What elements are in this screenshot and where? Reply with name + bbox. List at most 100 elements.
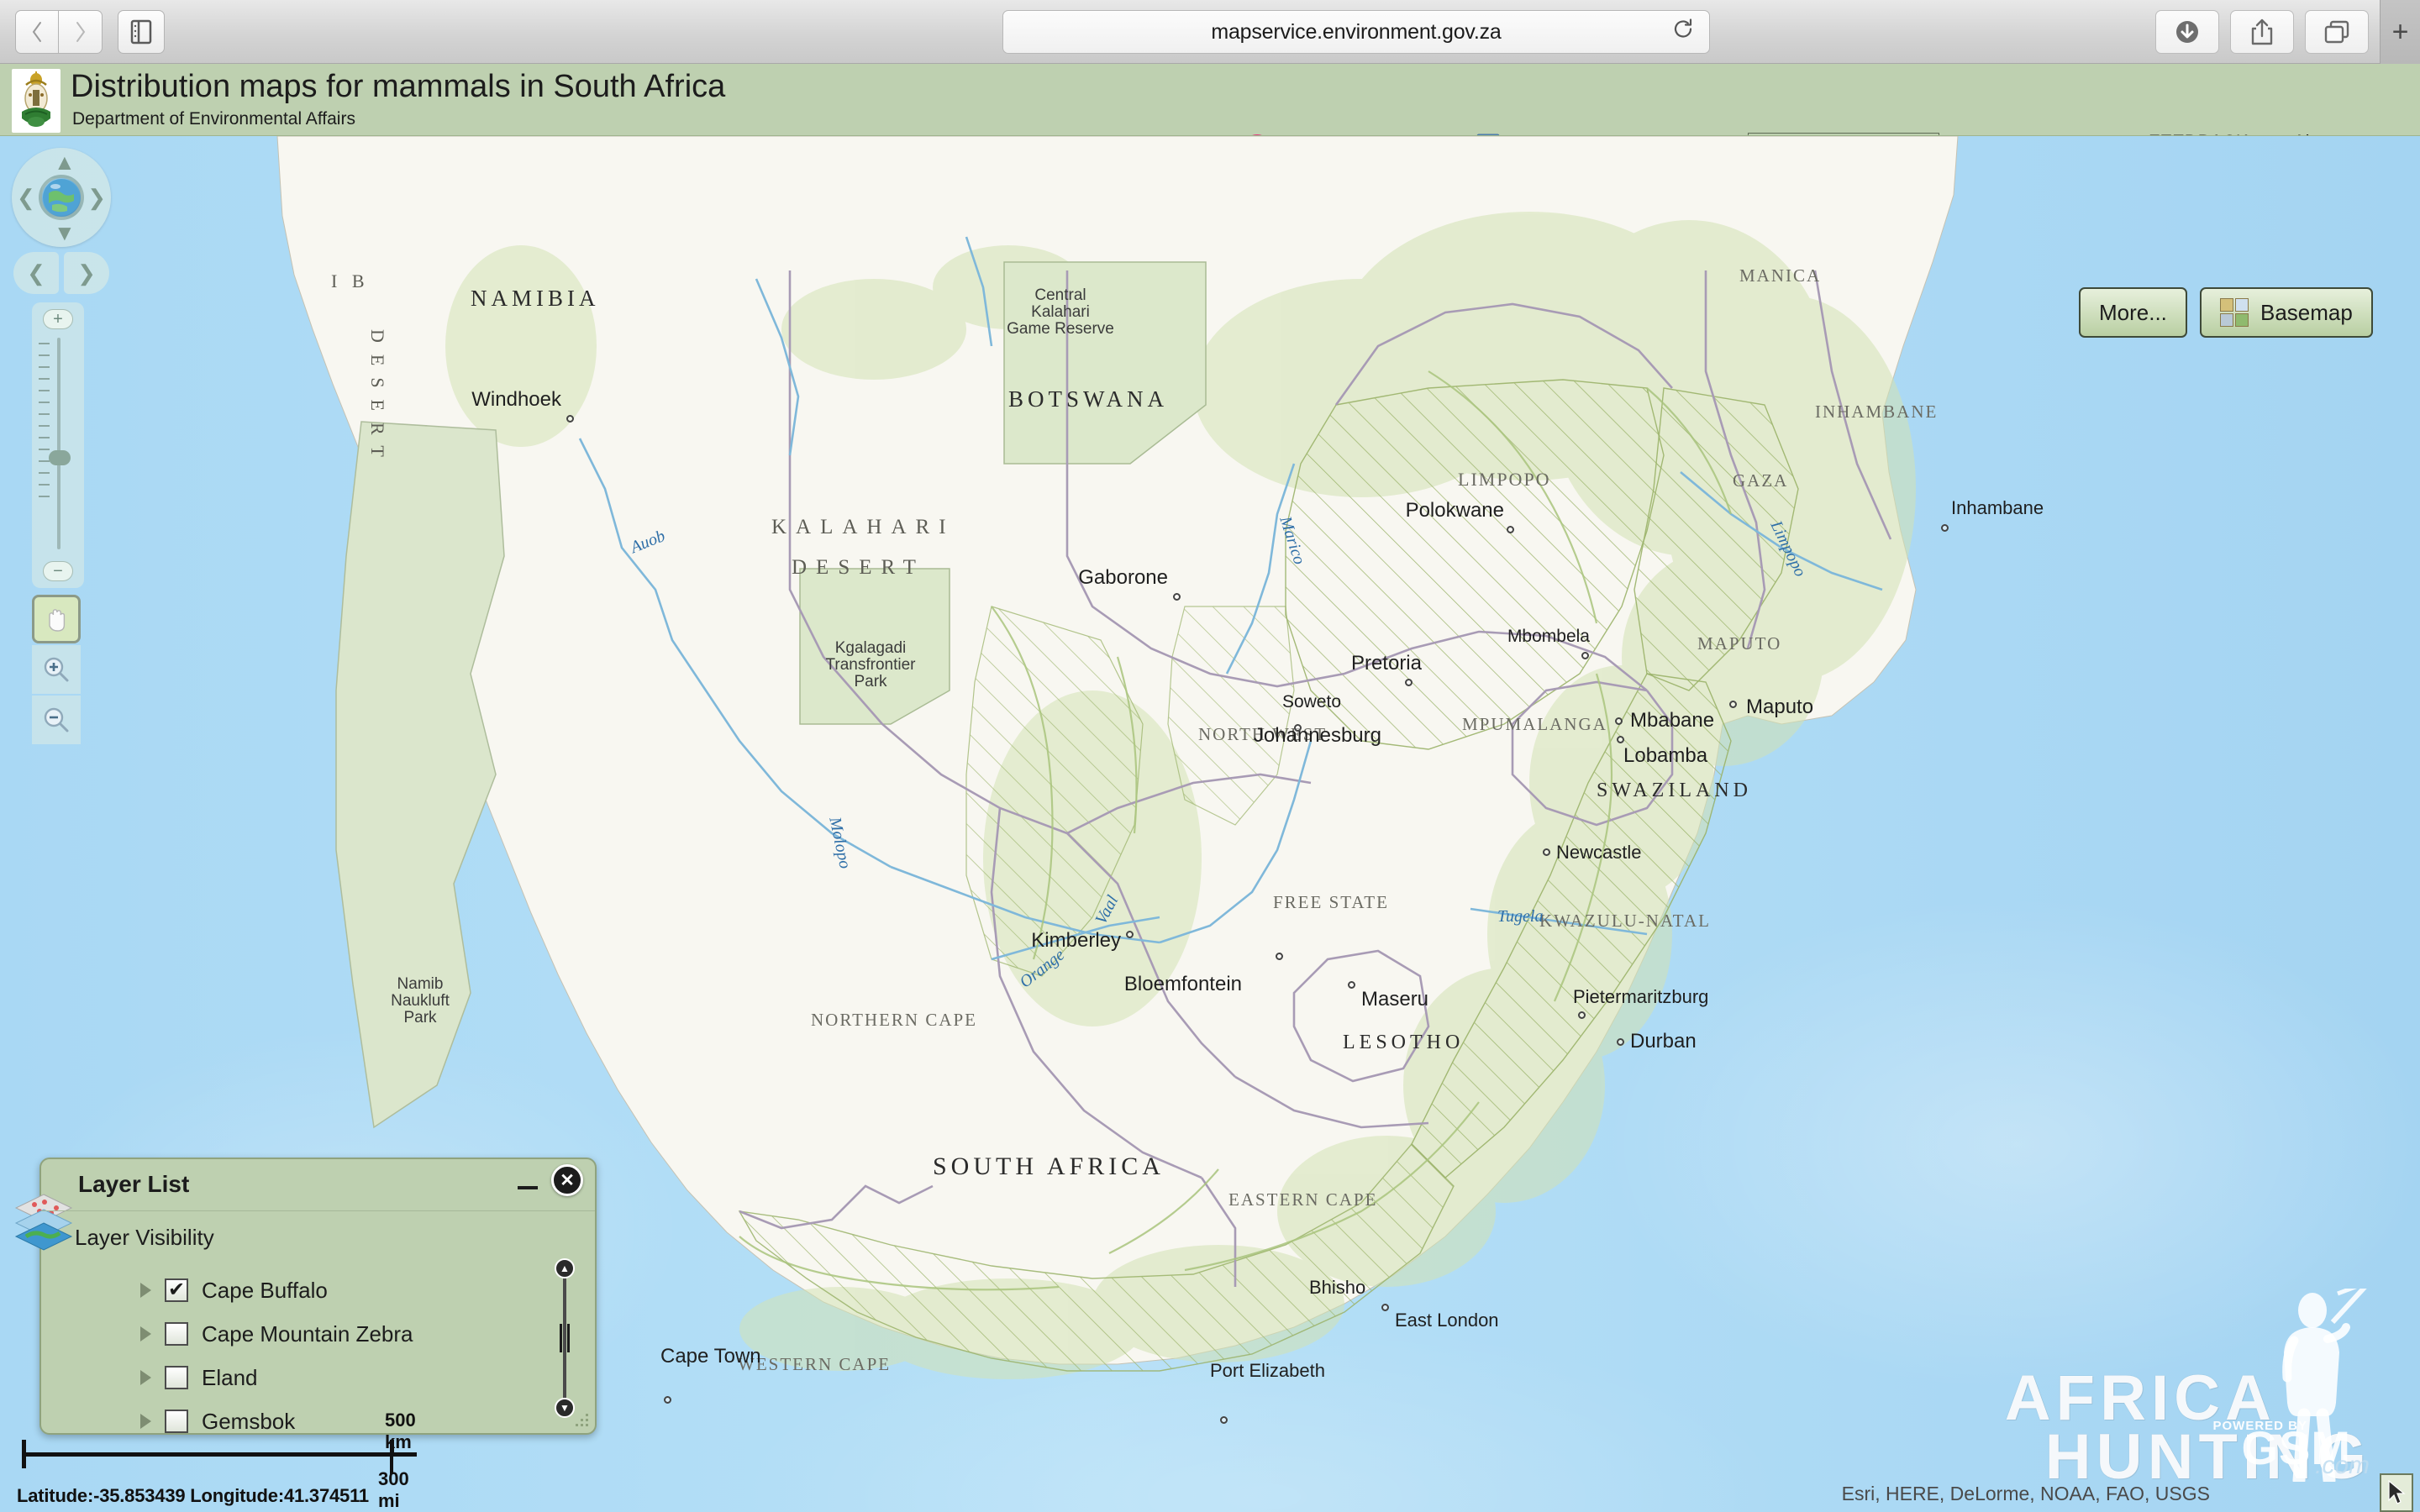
share-icon [2251,18,2273,45]
downloads-button[interactable] [2155,10,2219,54]
city-dot [1220,1416,1228,1424]
city-dot [1941,524,1949,532]
pan-right-button[interactable]: ❯ [87,186,106,208]
download-icon [2176,21,2198,43]
layer-checkbox[interactable]: ✔ [165,1278,188,1302]
pan-tool-button[interactable] [32,595,81,643]
back-button[interactable] [15,10,59,54]
close-icon: ✕ [560,1170,575,1190]
zoom-in-button[interactable]: + [43,309,73,329]
city-dot [1617,1038,1624,1046]
zoom-track[interactable] [57,338,60,549]
scrollbar-thumb[interactable] [560,1324,570,1352]
plus-icon: + [2391,15,2409,48]
close-button[interactable]: ✕ [551,1164,583,1196]
share-button[interactable] [2230,10,2294,54]
basemap-button[interactable]: Basemap [2200,287,2373,338]
previous-extent-button[interactable]: ❮ [13,252,59,294]
more-button[interactable]: More... [2079,287,2187,338]
layer-name: Cape Buffalo [202,1277,328,1303]
scroll-down-icon[interactable]: ▼ [555,1398,575,1418]
reload-icon[interactable] [1672,18,1694,46]
layer-row[interactable]: Eland [140,1356,413,1399]
zoom-slider[interactable]: + − [32,302,84,588]
city-dot [1126,931,1134,938]
nav-button-group [15,10,103,54]
extent-history-buttons: ❮ ❯ [12,252,111,297]
resize-grip[interactable] [573,1411,588,1426]
layer-row[interactable]: ✔ Cape Buffalo [140,1268,413,1312]
layer-list-header: Layer List ✕ [41,1159,595,1211]
layer-row[interactable]: Gemsbok [140,1399,413,1443]
new-tab-button[interactable]: + [2380,0,2420,64]
pan-left-button[interactable]: ❮ [17,186,35,208]
namib-naukluft-park [335,421,505,1129]
city-dot [1543,848,1550,856]
page-title: Distribution maps for mammals in South A… [71,69,726,104]
zoom-in-tool-button[interactable] [32,645,81,694]
layer-checkbox[interactable] [165,1366,188,1389]
sidebar-icon [130,19,152,45]
app-header: Distribution maps for mammals in South A… [0,64,2420,136]
basemap-grid-icon [2220,298,2249,327]
layer-visibility-label: Layer Visibility [75,1225,214,1250]
tab-overview-icon [2324,20,2349,44]
layer-checkbox[interactable] [165,1410,188,1433]
chevron-left-icon [32,22,41,42]
south-africa-coat-of-arms-logo [12,69,60,133]
magnifier-minus-icon [44,707,69,732]
page-subtitle: Department of Environmental Affairs [72,109,355,129]
zoom-out-button[interactable]: − [43,561,73,581]
kgalagadi-park [799,568,950,725]
city-dot [1405,679,1413,686]
layer-name: Gemsbok [202,1408,296,1434]
city-dot [1507,526,1514,533]
chevron-right-icon [76,22,85,42]
zoom-tick-marks [39,343,52,544]
mouse-cursor [2380,1473,2413,1512]
more-button-label: More... [2099,299,2167,325]
city-dot [1348,981,1355,989]
sidebar-toggle-button[interactable] [118,10,165,54]
scale-mi-label: 300 mi [378,1468,409,1511]
pan-up-button[interactable]: ▲ [54,151,76,173]
tab-overview-button[interactable] [2305,10,2369,54]
magnifier-plus-icon [44,657,69,682]
forward-button[interactable] [59,10,103,54]
city-dot [1615,717,1623,725]
city-dot [1381,1304,1389,1311]
city-dot [1617,736,1624,743]
city-dot [566,415,574,423]
scroll-up-icon[interactable]: ▲ [555,1258,575,1278]
globe-icon[interactable] [39,175,84,220]
pan-down-button[interactable]: ▼ [54,222,76,244]
map-canvas[interactable]: NAMIBIA BOTSWANA SOUTH AFRICA LESOTHO SW… [0,136,2420,1512]
address-bar[interactable]: mapservice.environment.gov.za [1002,10,1710,54]
zoom-thumb[interactable] [49,450,71,465]
pan-pad[interactable]: ▲ ▼ ❮ ❯ [12,148,111,247]
zoom-out-tool-button[interactable] [32,696,81,744]
expand-arrow-icon[interactable] [140,1370,151,1385]
expand-arrow-icon[interactable] [140,1414,151,1429]
scale-bar: 500 km 300 mi [22,1410,417,1511]
layer-list-panel[interactable]: Layer List ✕ Layer Visibility ✔ Cape Buf… [14,1158,597,1435]
layer-name: Cape Mountain Zebra [202,1320,413,1347]
city-dot [1173,593,1181,601]
hand-icon [49,609,66,632]
browser-toolbar: mapservice.environment.gov.za + [0,0,2420,64]
layer-list-title: Layer List [78,1171,190,1197]
city-dot [1581,652,1589,659]
layer-checkbox[interactable] [165,1322,188,1346]
next-extent-button[interactable]: ❯ [64,252,109,294]
url-text: mapservice.environment.gov.za [1211,19,1502,44]
map-navigation-controls: ▲ ▼ ❮ ❯ ❮ ❯ + − [12,148,113,746]
minimize-button[interactable] [518,1186,538,1189]
layer-name: Eland [202,1364,258,1390]
layer-row[interactable]: Cape Mountain Zebra [140,1312,413,1356]
scale-bar-line [22,1440,417,1474]
expand-arrow-icon[interactable] [140,1283,151,1298]
expand-arrow-icon[interactable] [140,1326,151,1341]
layer-list-scrollbar[interactable]: ▲ ▼ [555,1258,575,1418]
basemap-button-label: Basemap [2260,299,2353,325]
map-attribution: Esri, HERE, DeLorme, NOAA, FAO, USGS [1841,1483,2210,1504]
